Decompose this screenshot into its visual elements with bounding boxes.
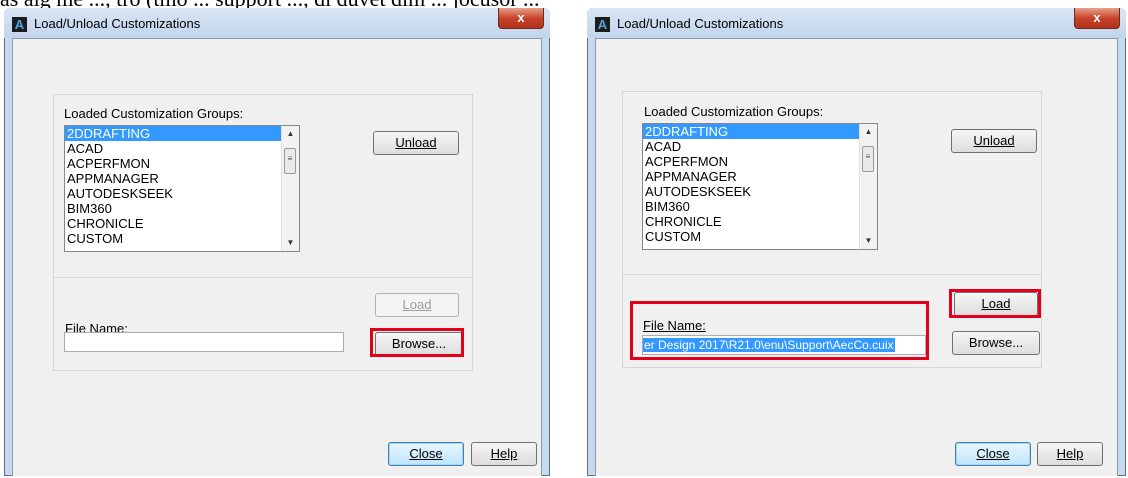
close-button[interactable]: Close [955,442,1031,466]
help-button-label: Help [490,446,518,461]
file-name-selected-text: er Design 2017\R21.0\enu\Support\AecCo.c… [643,338,895,352]
dialog-client-area: Loaded Customization Groups: 2DDRAFTING … [595,38,1118,476]
customization-groups-list[interactable]: 2DDRAFTING ACAD ACPERFMON APPMANAGER AUT… [642,123,878,250]
list-item[interactable]: CUSTOM [65,231,299,246]
list-item[interactable]: 2DDRAFTING [65,126,299,141]
customization-groups-list[interactable]: 2DDRAFTING ACAD ACPERFMON APPMANAGER AUT… [64,125,300,252]
list-item[interactable]: APPMANAGER [643,169,877,184]
groups-label: Loaded Customization Groups: [64,106,244,121]
scroll-thumb[interactable]: ≡ [862,146,874,172]
close-button-label: Close [976,446,1010,461]
help-button[interactable]: Help [1037,442,1103,466]
list-scrollbar[interactable]: ▲ ≡ ▼ [859,124,877,249]
close-button[interactable]: Close [388,442,464,466]
list-item[interactable]: ACAD [65,141,299,156]
unload-button[interactable]: Unload [373,131,459,155]
scroll-thumb[interactable]: ≡ [284,148,296,174]
list-item[interactable]: CHRONICLE [643,214,877,229]
list-item[interactable]: ACPERFMON [65,156,299,171]
file-name-input[interactable]: er Design 2017\R21.0\enu\Support\AecCo.c… [642,335,926,355]
load-button-label: Load [981,296,1011,311]
list-item[interactable]: 2DDRAFTING [643,124,877,139]
load-button[interactable]: Load [375,293,459,317]
scroll-down-arrow-icon[interactable]: ▼ [282,235,299,251]
list-item[interactable]: AUTODESKSEEK [65,186,299,201]
close-button-label: Close [409,446,443,461]
window-close-button[interactable]: x [498,8,544,29]
file-name-input[interactable] [64,332,344,352]
list-item[interactable]: APPMANAGER [65,171,299,186]
unload-button-label: Unload [395,135,437,150]
list-item[interactable]: BIM360 [65,201,299,216]
scroll-down-arrow-icon[interactable]: ▼ [860,233,877,249]
list-item[interactable]: CHRONICLE [65,216,299,231]
browse-button[interactable]: Browse... [952,331,1040,355]
list-scrollbar[interactable]: ▲ ≡ ▼ [281,126,299,251]
document-caption: as aig me ..., tro (tmo ... support ...,… [0,0,1128,8]
groups-label: Loaded Customization Groups: [644,104,824,119]
browse-button[interactable]: Browse... [375,332,463,356]
help-button-label: Help [1056,446,1084,461]
scroll-up-arrow-icon[interactable]: ▲ [860,124,877,140]
scroll-up-arrow-icon[interactable]: ▲ [282,126,299,142]
file-name-label: File Name: [643,318,706,333]
list-item[interactable]: BIM360 [643,199,877,214]
file-name-label-text: File Name: [643,318,706,333]
window-title: Load/Unload Customizations [34,16,201,31]
load-unload-dialog-before: A Load/Unload Customizations x Loaded Cu… [4,8,550,476]
list-item[interactable]: AUTODESKSEEK [643,184,877,199]
autocad-app-icon: A [12,17,27,32]
title-bar[interactable]: A Load/Unload Customizations x [587,8,1126,38]
list-item[interactable]: ACPERFMON [643,154,877,169]
dialog-client-area: Loaded Customization Groups: 2DDRAFTING … [12,38,542,476]
window-title: Load/Unload Customizations [617,16,784,31]
list-item[interactable]: CUSTOM [643,229,877,244]
unload-button[interactable]: Unload [951,129,1037,153]
load-button[interactable]: Load [954,292,1038,316]
window-close-button[interactable]: x [1074,8,1120,29]
list-item[interactable]: ACAD [643,139,877,154]
title-bar[interactable]: A Load/Unload Customizations x [4,8,550,38]
unload-button-label: Unload [973,133,1015,148]
load-button-label: Load [402,297,432,312]
autocad-app-icon: A [595,17,610,32]
help-button[interactable]: Help [471,442,537,466]
load-unload-dialog-after: A Load/Unload Customizations x Loaded Cu… [587,8,1126,476]
